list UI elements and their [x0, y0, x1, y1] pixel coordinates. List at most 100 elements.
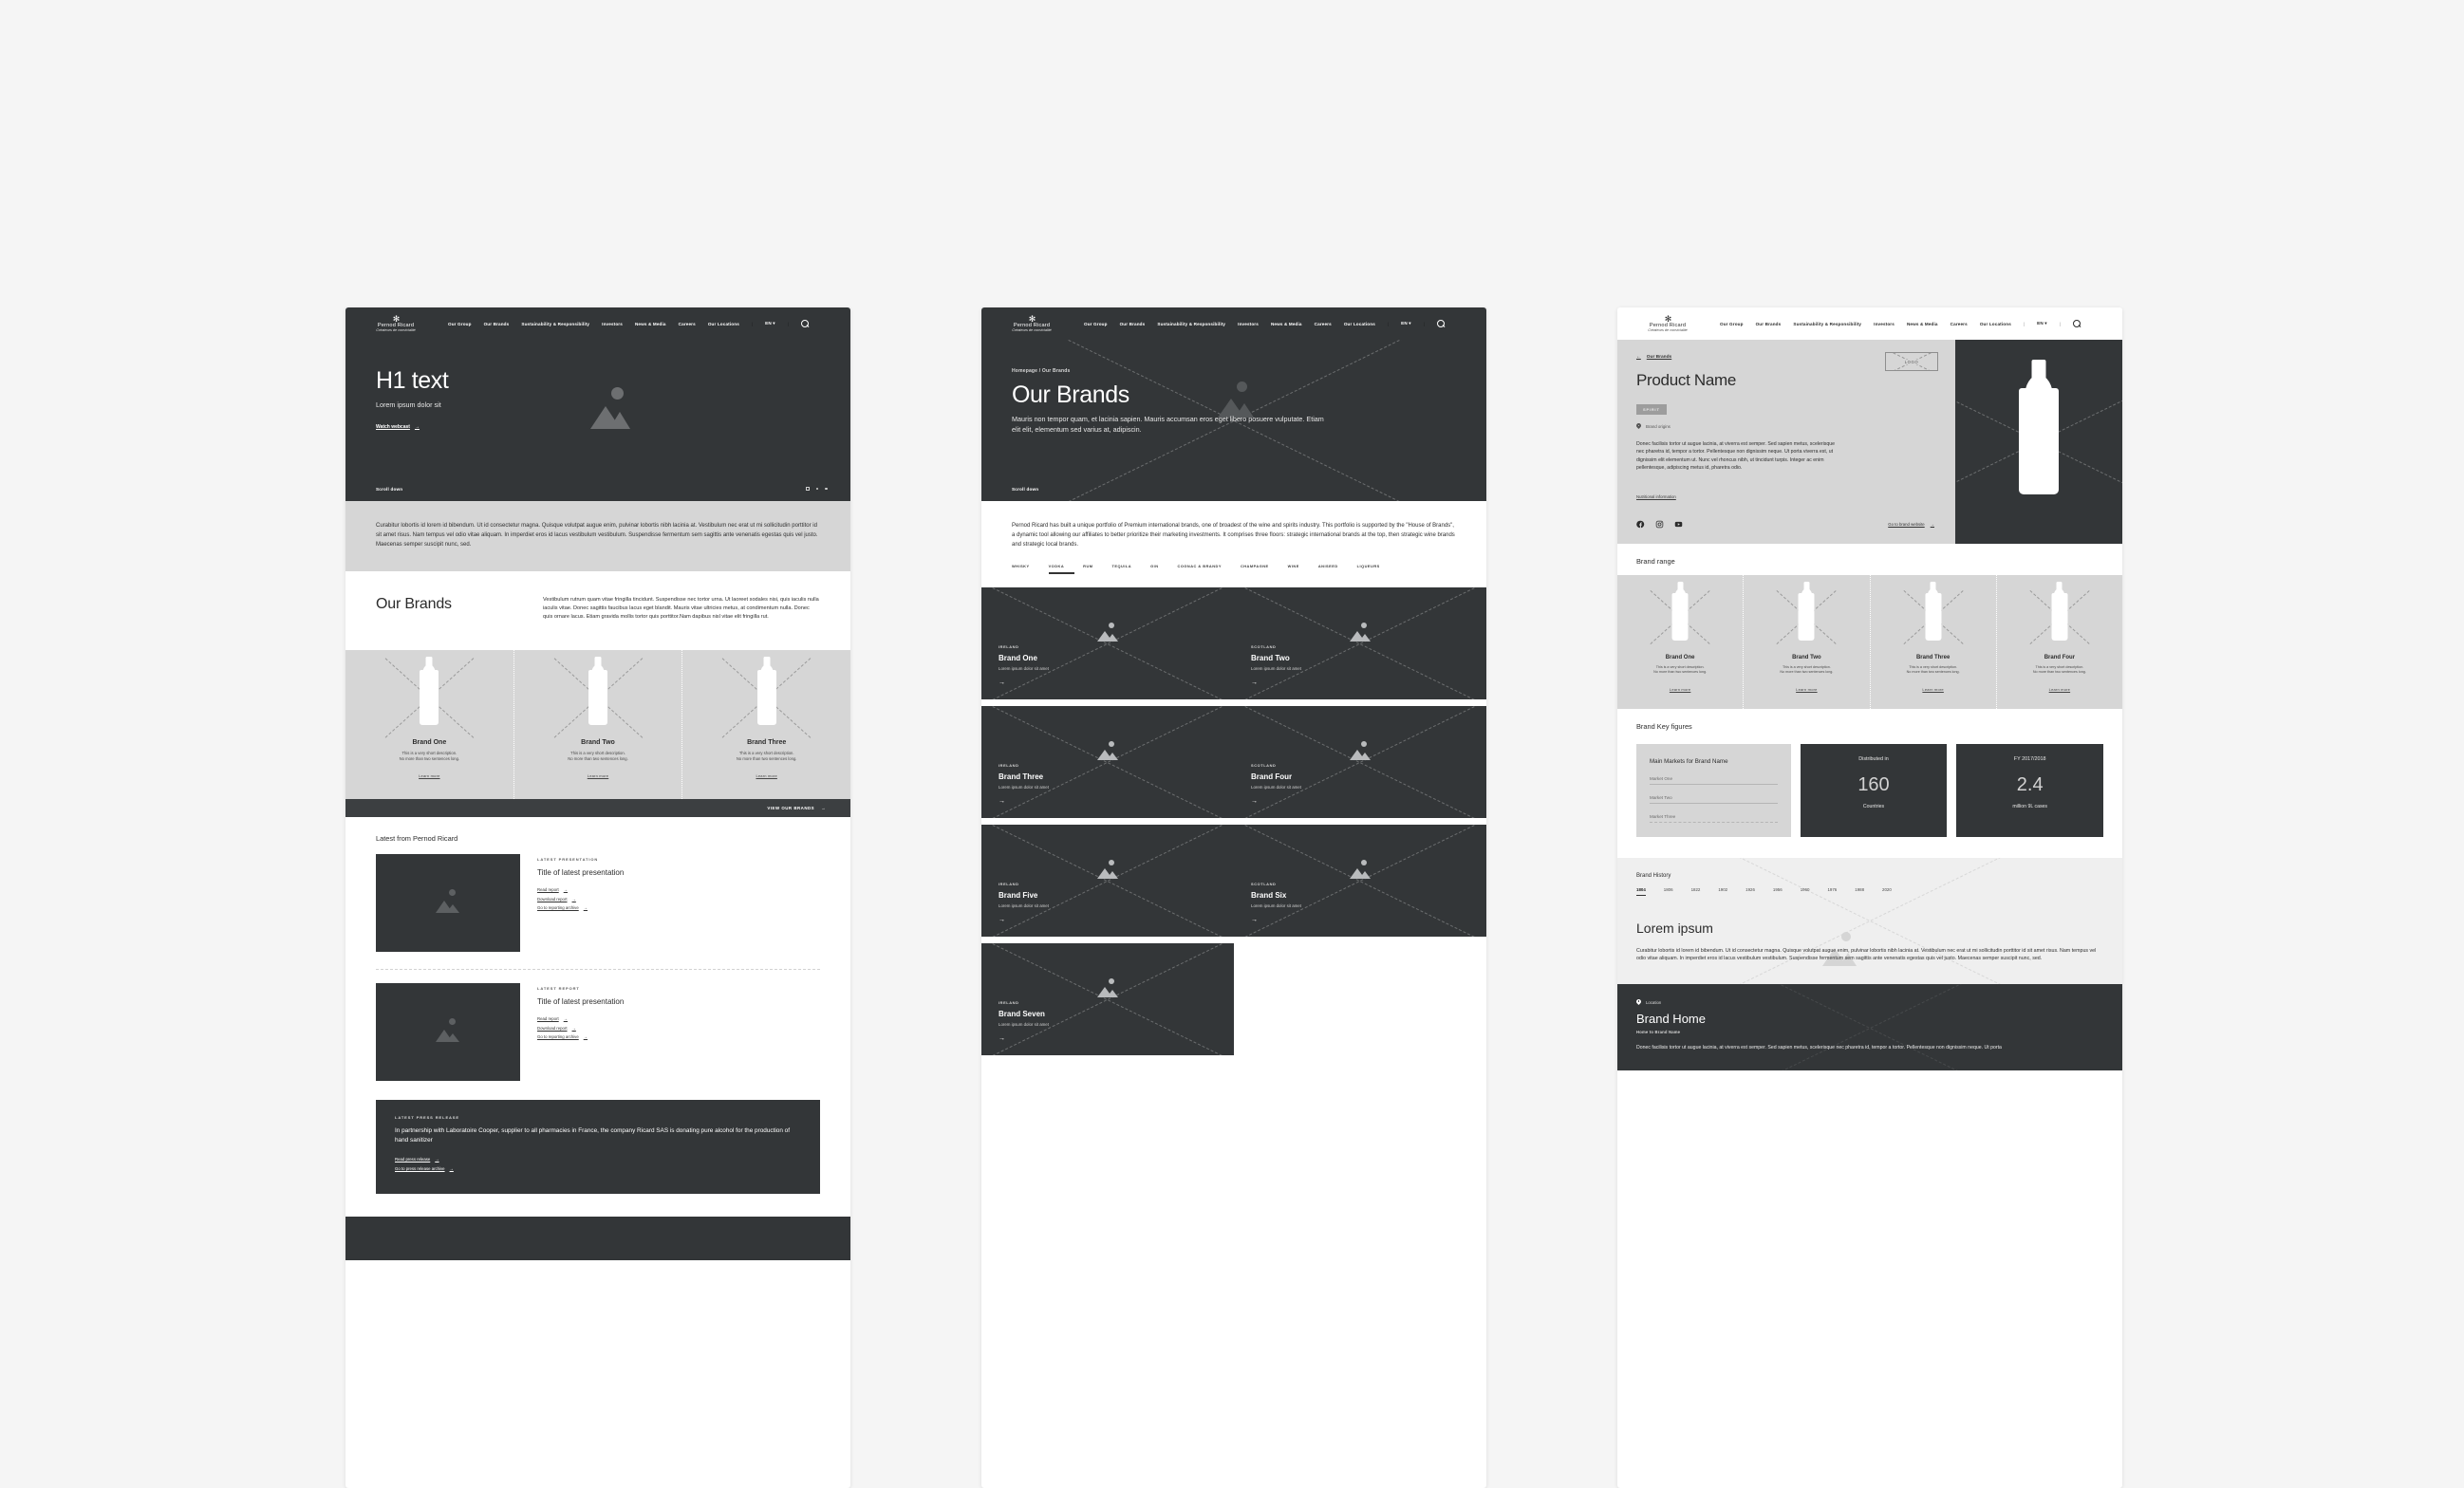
logo[interactable]: ✻ Pernod Ricard Créateurs de convivialit… [361, 314, 431, 333]
nav-item-investors[interactable]: Investors [1238, 322, 1259, 326]
read-press-release-link[interactable]: Read press release → [395, 1157, 801, 1162]
arrow-right-icon[interactable]: → [1251, 798, 1486, 805]
logo[interactable]: ✻ Pernod Ricard Créateurs de convivialit… [1633, 314, 1703, 333]
brand-tile[interactable]: SCOTLAND Brand Two Lorem ipsum dolor sit… [1234, 587, 1486, 699]
year-tab-1902[interactable]: 1902 [1718, 887, 1727, 896]
tab-cognac-brandy[interactable]: COGNAC & BRANDY [1178, 564, 1232, 574]
learn-more-link[interactable]: Learn more [756, 773, 776, 778]
learn-more-link[interactable]: Learn more [1922, 687, 1943, 692]
nav-item-news-media[interactable]: News & Media [1271, 322, 1302, 326]
carousel-dot-2[interactable] [825, 487, 828, 491]
brand-tile[interactable]: SCOTLAND Brand Six Lorem ipsum dolor sit… [1234, 825, 1486, 937]
brand-card[interactable]: Brand One This is a very short descripti… [345, 649, 514, 800]
nav-item-our-locations[interactable]: Our Locations [708, 322, 739, 326]
brand-tile[interactable]: SCOTLAND Brand Four Lorem ipsum dolor si… [1234, 706, 1486, 818]
watch-webcast-link[interactable]: Watch webcast → [376, 424, 420, 430]
tab-rum[interactable]: RUM [1083, 564, 1103, 574]
year-tab-2020[interactable]: 2020 [1882, 887, 1892, 896]
search-icon[interactable] [800, 319, 810, 328]
pause-icon[interactable] [805, 487, 810, 491]
youtube-icon[interactable] [1674, 520, 1683, 529]
learn-more-link[interactable]: Learn more [419, 773, 439, 778]
nav-item-our-group[interactable]: Our Group [448, 322, 472, 326]
nav-item-sustainability[interactable]: Sustainability & Responsibility [1157, 322, 1225, 326]
learn-more-link[interactable]: Learn more [588, 773, 608, 778]
nav-item-investors[interactable]: Investors [602, 322, 623, 326]
read-report-link[interactable]: Read report → [537, 887, 820, 892]
go-to-brand-website-link[interactable]: Go to brand website → [1888, 522, 1934, 527]
year-tab-1926[interactable]: 1926 [1745, 887, 1755, 896]
tab-champagne[interactable]: CHAMPAGNE [1241, 564, 1279, 574]
nav-item-sustainability[interactable]: Sustainability & Responsibility [521, 322, 589, 326]
nav-item-careers[interactable]: Careers [679, 322, 696, 326]
instagram-icon[interactable] [1655, 520, 1664, 529]
arrow-right-icon[interactable]: → [1251, 679, 1486, 686]
download-report-link[interactable]: Download report → [537, 1026, 820, 1031]
nav-item-our-group[interactable]: Our Group [1084, 322, 1108, 326]
year-tab-1960[interactable]: 1960 [1801, 887, 1810, 896]
learn-more-link[interactable]: Learn more [1670, 687, 1690, 692]
arrow-right-icon[interactable]: → [999, 798, 1234, 805]
learn-more-link[interactable]: Learn more [1796, 687, 1817, 692]
nav-item-careers[interactable]: Careers [1951, 322, 1968, 326]
reporting-archive-link[interactable]: Go to reporting archive → [537, 1034, 820, 1039]
nav-item-investors[interactable]: Investors [1874, 322, 1895, 326]
brand-card[interactable]: Brand Two This is a very short descripti… [514, 649, 683, 800]
range-card[interactable]: Brand Four This is a very short descript… [1997, 575, 2122, 709]
year-tab-1988[interactable]: 1988 [1855, 887, 1864, 896]
press-archive-link[interactable]: Go to press release archive → [395, 1166, 801, 1171]
nav-item-our-group[interactable]: Our Group [1720, 322, 1744, 326]
logo[interactable]: ✻ Pernod Ricard Créateurs de convivialit… [997, 314, 1067, 333]
carousel-dot-1[interactable] [815, 487, 819, 491]
tab-whisky[interactable]: WHISKY [1012, 564, 1040, 574]
read-report-link[interactable]: Read report → [537, 1016, 820, 1021]
arrow-right-icon[interactable]: → [999, 917, 1234, 923]
breadcrumb[interactable]: Homepage / Our Brands [1012, 368, 1456, 374]
nav-item-our-locations[interactable]: Our Locations [1344, 322, 1375, 326]
nav-item-our-brands[interactable]: Our Brands [484, 322, 510, 326]
nav-item-our-brands[interactable]: Our Brands [1120, 322, 1146, 326]
nav-item-news-media[interactable]: News & Media [1907, 322, 1938, 326]
tab-tequila[interactable]: TEQUILA [1112, 564, 1143, 574]
learn-more-link[interactable]: Learn more [2049, 687, 2070, 692]
tab-aniseed[interactable]: ANISEED [1318, 564, 1349, 574]
range-card[interactable]: Brand Three This is a very short descrip… [1871, 574, 1997, 709]
facebook-icon[interactable] [1636, 520, 1645, 529]
language-selector[interactable]: EN ▾ [1401, 321, 1411, 326]
arrow-right-icon[interactable]: → [999, 679, 1234, 686]
carousel-controls[interactable] [805, 487, 828, 491]
year-tab-1804[interactable]: 1804 [1636, 887, 1646, 896]
search-icon[interactable] [2072, 319, 2081, 328]
nav-item-sustainability[interactable]: Sustainability & Responsibility [1793, 322, 1861, 326]
search-icon[interactable] [1436, 319, 1446, 328]
arrow-right-icon[interactable]: → [999, 1035, 1234, 1042]
download-report-link[interactable]: Download report → [537, 897, 820, 902]
tab-gin[interactable]: GIN [1150, 564, 1168, 574]
nav-item-careers[interactable]: Careers [1315, 322, 1332, 326]
brand-tile[interactable]: IRELAND Brand Seven Lorem ipsum dolor si… [981, 943, 1234, 1055]
range-card[interactable]: Brand One This is a very short descripti… [1617, 574, 1745, 709]
language-selector[interactable]: EN ▾ [765, 321, 775, 326]
reporting-archive-link[interactable]: Go to reporting archive → [537, 905, 820, 910]
language-selector[interactable]: EN ▾ [2037, 321, 2047, 326]
range-card[interactable]: Brand Two This is a very short descripti… [1744, 574, 1871, 709]
view-our-brands-bar[interactable]: VIEW OUR BRANDS → [345, 799, 850, 818]
year-tab-1956[interactable]: 1956 [1773, 887, 1783, 896]
year-tab-1976[interactable]: 1976 [1827, 887, 1837, 896]
arrow-right-icon[interactable]: → [1251, 917, 1486, 923]
brand-tile[interactable]: IRELAND Brand Three Lorem ipsum dolor si… [981, 706, 1234, 818]
latest-thumbnail[interactable] [376, 854, 520, 953]
year-tab-1822[interactable]: 1822 [1691, 887, 1701, 896]
nutritional-information-link[interactable]: Nutritional information [1636, 494, 1676, 499]
nav-item-our-brands[interactable]: Our Brands [1756, 322, 1782, 326]
tab-wine[interactable]: WINE [1288, 564, 1310, 574]
brand-card[interactable]: Brand Three This is a very short descrip… [682, 650, 850, 800]
latest-thumbnail[interactable] [376, 983, 520, 1082]
year-tab-1806[interactable]: 1806 [1664, 887, 1673, 896]
nav-item-our-locations[interactable]: Our Locations [1980, 322, 2011, 326]
tab-vodka[interactable]: VODKA [1048, 564, 1075, 574]
nav-item-news-media[interactable]: News & Media [635, 322, 666, 326]
brand-tile[interactable]: IRELAND Brand One Lorem ipsum dolor sit … [981, 587, 1234, 699]
brand-tile[interactable]: IRELAND Brand Five Lorem ipsum dolor sit… [981, 825, 1234, 937]
tab-liqueurs[interactable]: LIQUEURS [1357, 564, 1391, 574]
